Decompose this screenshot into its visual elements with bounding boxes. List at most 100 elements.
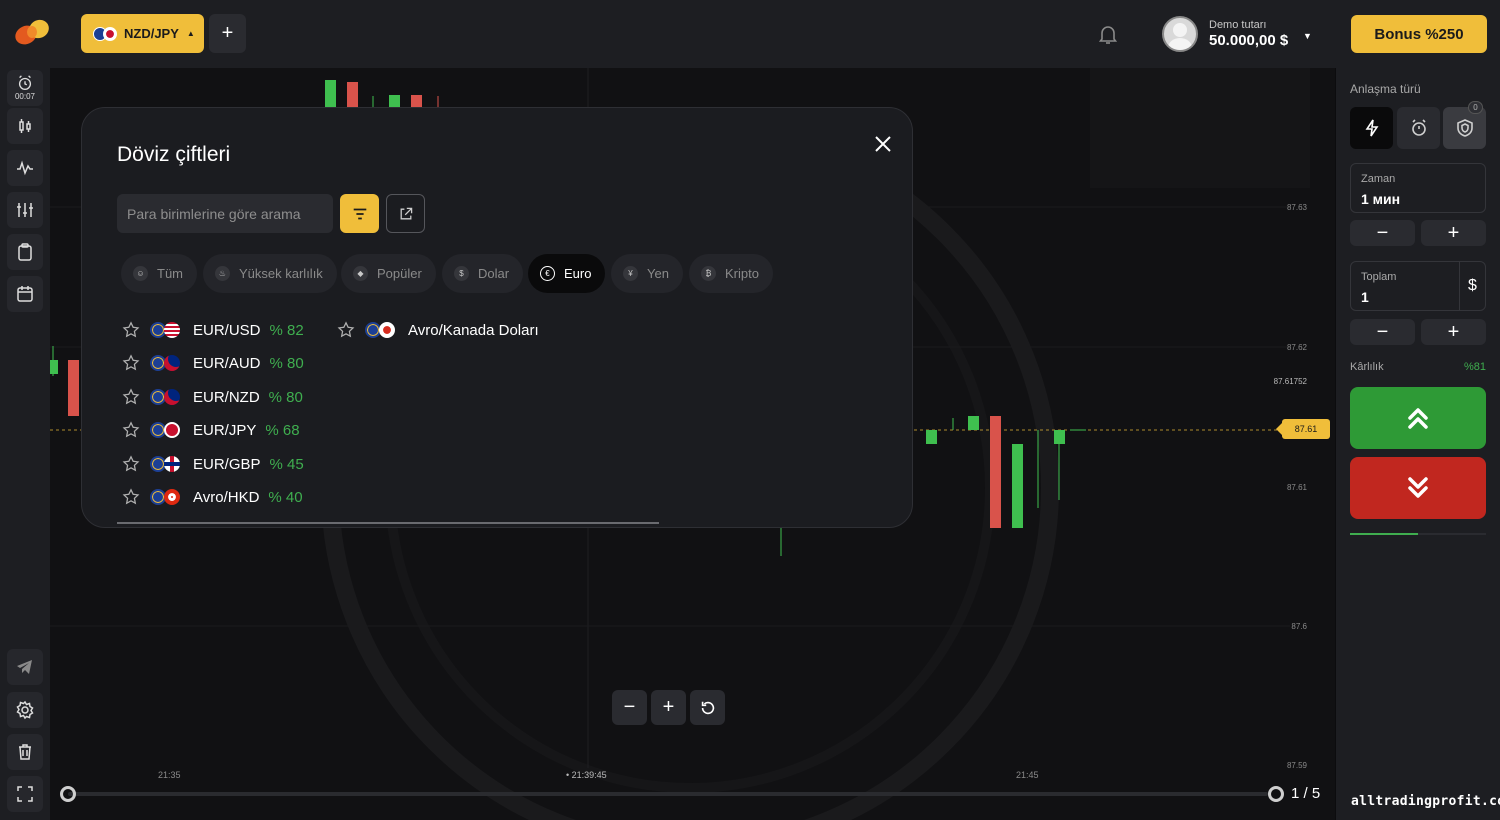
list-item[interactable]: EUR/JPY % 68 — [122, 418, 300, 442]
amount-value[interactable]: 1 — [1361, 289, 1369, 305]
deal-type-label: Anlaşma türü — [1350, 82, 1421, 96]
list-item[interactable]: Avro/Kanada Doları — [337, 318, 548, 342]
pair-flags-icon — [150, 456, 182, 472]
instant-trade-button[interactable] — [1350, 107, 1393, 149]
profitability-value: %81 — [1463, 361, 1486, 373]
candles-icon — [19, 119, 31, 133]
pair-name: Avro/HKD — [193, 488, 260, 506]
caret-down-icon[interactable]: ▼ — [1303, 31, 1312, 41]
fire-icon: ♨ — [215, 266, 230, 281]
account-balance[interactable]: 50.000,00 $ — [1209, 32, 1288, 49]
pair-profit: % 80 — [268, 388, 303, 406]
add-chart-button[interactable]: + — [209, 14, 246, 53]
timed-trade-button[interactable] — [1397, 107, 1440, 149]
open-external-button[interactable] — [386, 194, 425, 233]
amount-decrease-button[interactable]: − — [1350, 319, 1415, 345]
star-icon[interactable] — [122, 321, 140, 339]
chart-type-button[interactable] — [7, 108, 43, 144]
tab-popular[interactable]: ◆ Popüler — [341, 254, 436, 293]
modal-title: Döviz çiftleri — [117, 143, 231, 166]
double-chevron-up-icon — [1408, 408, 1428, 429]
pair-name: EUR/JPY — [193, 421, 257, 439]
list-item[interactable]: EUR/AUD % 80 — [122, 351, 304, 375]
pair-flags-icon — [93, 26, 119, 42]
avatar[interactable] — [1162, 16, 1198, 52]
tab-dollar[interactable]: $ Dolar — [442, 254, 524, 293]
star-icon[interactable] — [122, 354, 140, 372]
zoom-in-button[interactable]: + — [651, 690, 686, 725]
tab-label: Popüler — [377, 266, 422, 281]
tab-euro[interactable]: € Euro — [528, 254, 606, 293]
time-increase-button[interactable]: + — [1421, 220, 1486, 246]
pair-flags-icon — [150, 355, 182, 371]
delete-button[interactable] — [7, 734, 43, 770]
indicator-icon — [17, 160, 33, 176]
insurance-button[interactable] — [1443, 107, 1486, 149]
star-icon[interactable] — [122, 421, 140, 439]
telegram-button[interactable] — [7, 649, 43, 685]
insurance-count-badge: 0 — [1468, 101, 1483, 114]
buy-up-button[interactable] — [1350, 387, 1486, 449]
tools-button[interactable] — [7, 192, 43, 228]
pair-profit: % 45 — [269, 455, 304, 473]
list-item[interactable]: EUR/GBP % 45 — [122, 452, 304, 476]
pair-flags-icon — [150, 322, 182, 338]
settings-button[interactable] — [7, 692, 43, 728]
zoom-out-button[interactable]: − — [612, 690, 647, 725]
sell-down-button[interactable] — [1350, 457, 1486, 519]
list-scrollbar[interactable] — [117, 522, 659, 524]
timeline-end-handle[interactable] — [1268, 786, 1284, 802]
indicators-button[interactable] — [7, 150, 43, 186]
pair-name: EUR/USD — [193, 321, 261, 339]
asset-selector-button[interactable]: NZD/JPY ▲ — [81, 14, 204, 53]
timeline-scrollbar[interactable] — [68, 792, 1268, 796]
list-item[interactable]: Avro/HKD % 40 — [122, 485, 303, 509]
bitcoin-icon: ₿ — [701, 266, 716, 281]
calendar-button[interactable] — [7, 276, 43, 312]
close-icon[interactable] — [872, 133, 894, 155]
tab-crypto[interactable]: ₿ Kripto — [689, 254, 773, 293]
list-item[interactable]: EUR/USD % 82 — [122, 318, 304, 342]
currency-selector[interactable]: $ — [1459, 262, 1485, 310]
fullscreen-button[interactable] — [7, 776, 43, 812]
dollar-icon: $ — [454, 266, 469, 281]
pair-profit: % 40 — [268, 488, 303, 506]
time-decrease-button[interactable]: − — [1350, 220, 1415, 246]
star-icon[interactable] — [122, 488, 140, 506]
alarm-icon — [18, 75, 32, 90]
price-axis-label: 87.6 — [1291, 622, 1307, 631]
bell-icon[interactable] — [1096, 22, 1120, 46]
bonus-button[interactable]: Bonus %250 — [1351, 15, 1487, 53]
price-axis-label: 87.59 — [1286, 761, 1307, 770]
star-icon[interactable] — [122, 388, 140, 406]
tab-high-profit[interactable]: ♨ Yüksek karlılık — [203, 254, 337, 293]
star-icon[interactable] — [337, 321, 355, 339]
refresh-icon — [701, 701, 714, 714]
list-item[interactable]: EUR/NZD % 80 — [122, 385, 303, 409]
reset-zoom-button[interactable] — [690, 690, 725, 725]
history-button[interactable] — [7, 234, 43, 270]
filter-button[interactable] — [340, 194, 379, 233]
amount-label: Toplam — [1361, 271, 1397, 283]
telegram-icon — [17, 660, 32, 674]
alarm-icon — [1411, 119, 1426, 136]
timeline-start-handle[interactable] — [60, 786, 76, 802]
timer-button[interactable]: 00:07 — [7, 70, 43, 106]
tab-label: Yüksek karlılık — [239, 266, 323, 281]
filter-icon — [353, 208, 366, 219]
tab-yen[interactable]: ¥ Yen — [611, 254, 683, 293]
watermark-text: alltradingprofit.com — [1351, 794, 1500, 809]
price-axis-label: 87.61 — [1286, 483, 1307, 492]
pair-flags-icon — [150, 489, 182, 505]
amount-field[interactable]: Toplam 1 $ — [1350, 261, 1486, 311]
time-field[interactable]: Zaman 1 мин — [1350, 163, 1486, 213]
time-axis-label: 21:45 — [1016, 770, 1039, 780]
logo-icon[interactable] — [12, 16, 52, 48]
tab-all[interactable]: ☺ Tüm — [121, 254, 197, 293]
amount-increase-button[interactable]: + — [1421, 319, 1486, 345]
search-input[interactable] — [117, 194, 333, 233]
star-icon[interactable] — [122, 455, 140, 473]
caret-up-icon: ▲ — [186, 29, 195, 38]
trash-icon — [19, 744, 31, 760]
pair-profit: % 82 — [269, 321, 304, 339]
